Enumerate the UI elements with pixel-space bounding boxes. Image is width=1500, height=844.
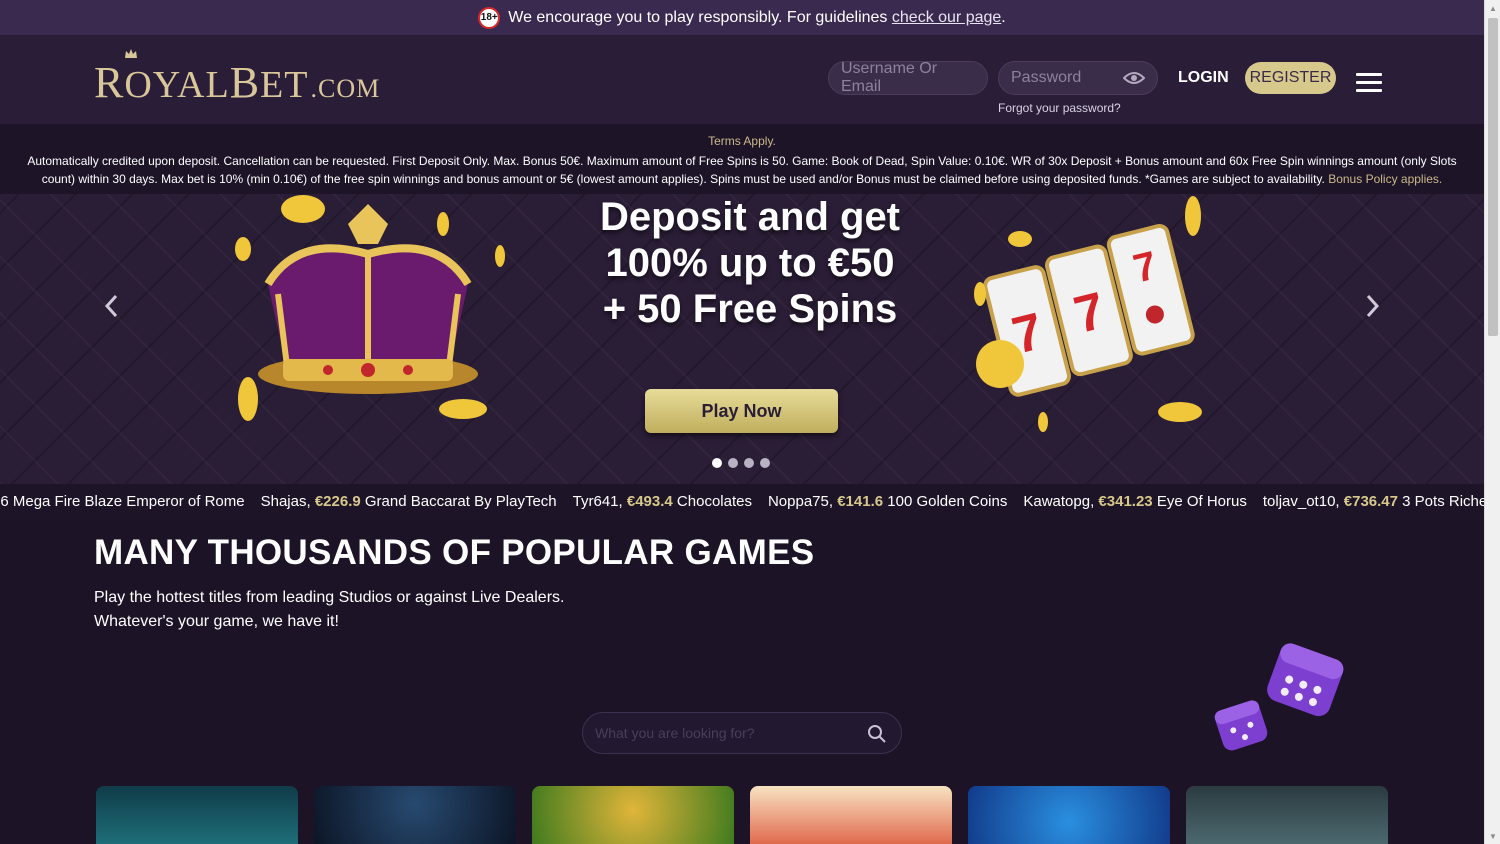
hamburger-menu-icon[interactable] [1356,73,1382,92]
logo-crown-icon [125,49,137,58]
scrollbar-thumb[interactable] [1488,18,1498,336]
game-search-input[interactable]: What you are looking for? [582,712,902,754]
responsible-gaming-bar: 18+ We encourage you to play responsibly… [0,0,1484,35]
eye-icon[interactable] [1123,71,1145,85]
ticker-item[interactable]: toljav_ot10, €736.47 3 Pots Riches Extra… [1263,493,1484,510]
age-18-icon: 18+ [478,6,501,29]
forgot-password-link[interactable]: Forgot your password? [998,101,1121,115]
terms-apply-label: Terms Apply. [708,134,776,148]
carousel-dot[interactable] [728,458,738,468]
game-thumbnail[interactable] [532,786,734,844]
page-scrollbar[interactable]: ▲ ▼ [1484,0,1500,844]
game-thumbnail[interactable] [1186,786,1388,844]
ticker-item[interactable]: Shajas, €226.9 Grand Baccarat By PlayTec… [261,493,557,510]
chevron-right-icon[interactable] [1360,292,1384,320]
game-thumbnail[interactable] [314,786,516,844]
crown-illustration [235,195,505,421]
username-input[interactable]: Username Or Email [828,60,988,95]
responsible-text: We encourage you to play responsibly. Fo… [508,8,1006,26]
section-title: MANY THOUSANDS OF POPULAR GAMES [94,533,815,572]
ticker-item[interactable]: Kawatopg, €341.23 Eye Of Horus [1023,493,1247,510]
bonus-terms: Terms Apply. Automatically credited upon… [0,124,1484,194]
game-thumbnails [96,786,1388,844]
register-button[interactable]: REGISTER [1245,62,1336,94]
section-subtitle: Play the hottest titles from leading Stu… [94,589,565,630]
bonus-policy-link[interactable]: Bonus Policy applies. [1328,172,1442,186]
password-input[interactable]: Password [998,61,1158,95]
ticker-item[interactable]: Noppa75, €141.6 100 Golden Coins [768,493,1007,510]
login-button[interactable]: LOGIN [1178,69,1229,87]
carousel-dot[interactable] [744,458,754,468]
slot-machine-illustration: 7 7 7 [974,196,1202,432]
carousel-dot[interactable] [712,458,722,468]
recent-wins-ticker: 56 Mega Fire Blaze Emperor of Rome Shaja… [0,484,1484,520]
game-thumbnail[interactable] [968,786,1170,844]
terms-text: Automatically credited upon deposit. Can… [27,154,1457,186]
guidelines-link[interactable]: check our page [892,9,1001,26]
game-thumbnail[interactable] [750,786,952,844]
royalbet-logo[interactable]: R OYAL B ET .COM [94,49,380,108]
scroll-down-icon[interactable]: ▼ [1485,828,1500,844]
site-header: R OYAL B ET .COM Username Or Email Password … [0,35,1484,124]
search-icon[interactable] [867,724,887,744]
chevron-left-icon[interactable] [100,292,124,320]
dice-illustration [1214,643,1344,751]
hero-banner: 7 7 7 Deposit and get 100% up to €50 + 5… [0,194,1484,484]
ticker-item[interactable]: Tyr641, €493.4 Chocolates [573,493,752,510]
carousel-dots [712,458,770,468]
game-thumbnail[interactable] [96,786,298,844]
play-now-button[interactable]: Play Now [645,389,838,433]
scroll-up-icon[interactable]: ▲ [1485,0,1500,16]
hero-headline: Deposit and get 100% up to €50 + 50 Free… [599,195,901,331]
ticker-item[interactable]: 56 Mega Fire Blaze Emperor of Rome [0,493,245,510]
carousel-dot[interactable] [760,458,770,468]
